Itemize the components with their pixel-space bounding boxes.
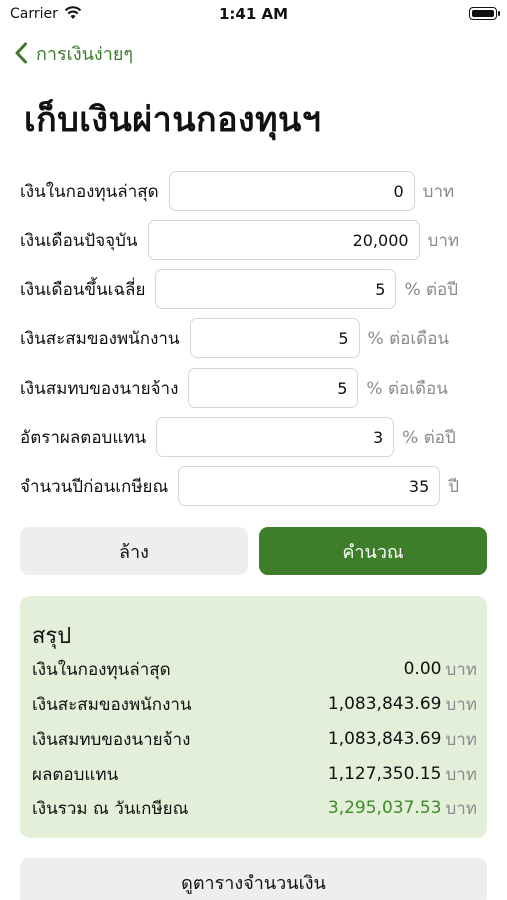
- summary-unit: บาท: [445, 729, 477, 750]
- summary-panel: สรุป เงินในกองทุนล่าสุด 0.00 บาท เงินสะส…: [20, 596, 487, 838]
- summary-value: 1,083,843.69: [327, 729, 442, 749]
- summary-unit: บาท: [445, 694, 477, 715]
- field-label: เงินเดือนขึ้นเฉลี่ย: [20, 279, 146, 300]
- summary-row: เงินสมทบของนายจ้าง 1,083,843.69 บาท: [32, 724, 477, 754]
- form-row-current-salary: เงินเดือนปัจจุบัน 20,000 บาท: [20, 219, 459, 261]
- page-title: เก็บเงินผ่านกองทุนฯ: [24, 100, 322, 140]
- summary-unit: บาท: [445, 659, 477, 680]
- summary-value: 1,127,350.15: [327, 764, 442, 784]
- form-row-employer-contribution: เงินสมทบของนายจ้าง 5 % ต่อเดือน: [20, 367, 448, 409]
- employee-contribution-input[interactable]: 5: [189, 318, 360, 358]
- summary-label: ผลตอบแทน: [32, 764, 119, 785]
- field-unit: % ต่อปี: [402, 427, 456, 448]
- years-to-retire-input[interactable]: 35: [178, 466, 441, 506]
- field-label: เงินเดือนปัจจุบัน: [20, 230, 138, 251]
- return-rate-input[interactable]: 3: [156, 417, 395, 457]
- chevron-left-icon: [15, 42, 27, 64]
- summary-label: เงินรวม ณ วันเกษียณ: [32, 798, 189, 819]
- form-row-salary-increase: เงินเดือนขึ้นเฉลี่ย 5 % ต่อปี: [20, 268, 458, 310]
- status-bar: Carrier 1:41 AM: [0, 0, 507, 30]
- summary-row: เงินในกองทุนล่าสุด 0.00 บาท: [32, 654, 477, 684]
- battery-icon: [469, 7, 500, 20]
- salary-increase-input[interactable]: 5: [155, 269, 397, 309]
- clock: 1:41 AM: [218, 5, 289, 23]
- field-label: เงินสะสมของพนักงาน: [20, 328, 180, 349]
- summary-unit: บาท: [445, 764, 477, 785]
- field-label: เงินในกองทุนล่าสุด: [20, 181, 159, 202]
- form-row-return-rate: อัตราผลตอบแทน 3 % ต่อปี: [20, 416, 456, 458]
- form-row-years-to-retire: จำนวนปีก่อนเกษียณ 35 ปี: [20, 465, 459, 507]
- summary-value: 1,083,843.69: [327, 694, 442, 714]
- view-table-button[interactable]: ดูตารางจำนวนเงิน: [20, 858, 487, 900]
- field-unit: % ต่อเดือน: [366, 378, 448, 399]
- clear-button[interactable]: ล้าง: [20, 527, 248, 575]
- form-row-latest-fund: เงินในกองทุนล่าสุด 0 บาท: [20, 170, 454, 212]
- employer-contribution-input[interactable]: 5: [188, 368, 359, 408]
- summary-row: ผลตอบแทน 1,127,350.15 บาท: [32, 759, 477, 789]
- back-button[interactable]: การเงินง่ายๆ: [14, 36, 133, 70]
- summary-label: เงินสะสมของพนักงาน: [32, 694, 192, 715]
- latest-fund-input[interactable]: 0: [168, 171, 415, 211]
- field-unit: บาท: [427, 230, 460, 251]
- current-salary-input[interactable]: 20,000: [147, 220, 420, 260]
- summary-unit: บาท: [445, 798, 477, 819]
- field-label: จำนวนปีก่อนเกษียณ: [20, 476, 169, 497]
- field-unit: % ต่อเดือน: [367, 328, 450, 349]
- summary-row: เงินสะสมของพนักงาน 1,083,843.69 บาท: [32, 689, 477, 719]
- summary-title: สรุป: [32, 624, 72, 649]
- form-row-employee-contribution: เงินสะสมของพนักงาน 5 % ต่อเดือน: [20, 317, 449, 359]
- summary-value: 0.00: [403, 659, 442, 679]
- calculate-button[interactable]: คำนวณ: [259, 527, 487, 575]
- summary-row-total: เงินรวม ณ วันเกษียณ 3,295,037.53 บาท: [32, 793, 477, 823]
- summary-label: เงินสมทบของนายจ้าง: [32, 729, 191, 750]
- field-unit: บาท: [422, 181, 455, 202]
- summary-total-value: 3,295,037.53: [327, 798, 442, 818]
- field-label: เงินสมทบของนายจ้าง: [20, 378, 179, 399]
- summary-label: เงินในกองทุนล่าสุด: [32, 659, 171, 680]
- field-unit: % ต่อปี: [404, 279, 459, 300]
- back-button-label: การเงินง่ายๆ: [36, 43, 134, 65]
- field-unit: ปี: [448, 476, 460, 497]
- field-label: อัตราผลตอบแทน: [20, 427, 147, 448]
